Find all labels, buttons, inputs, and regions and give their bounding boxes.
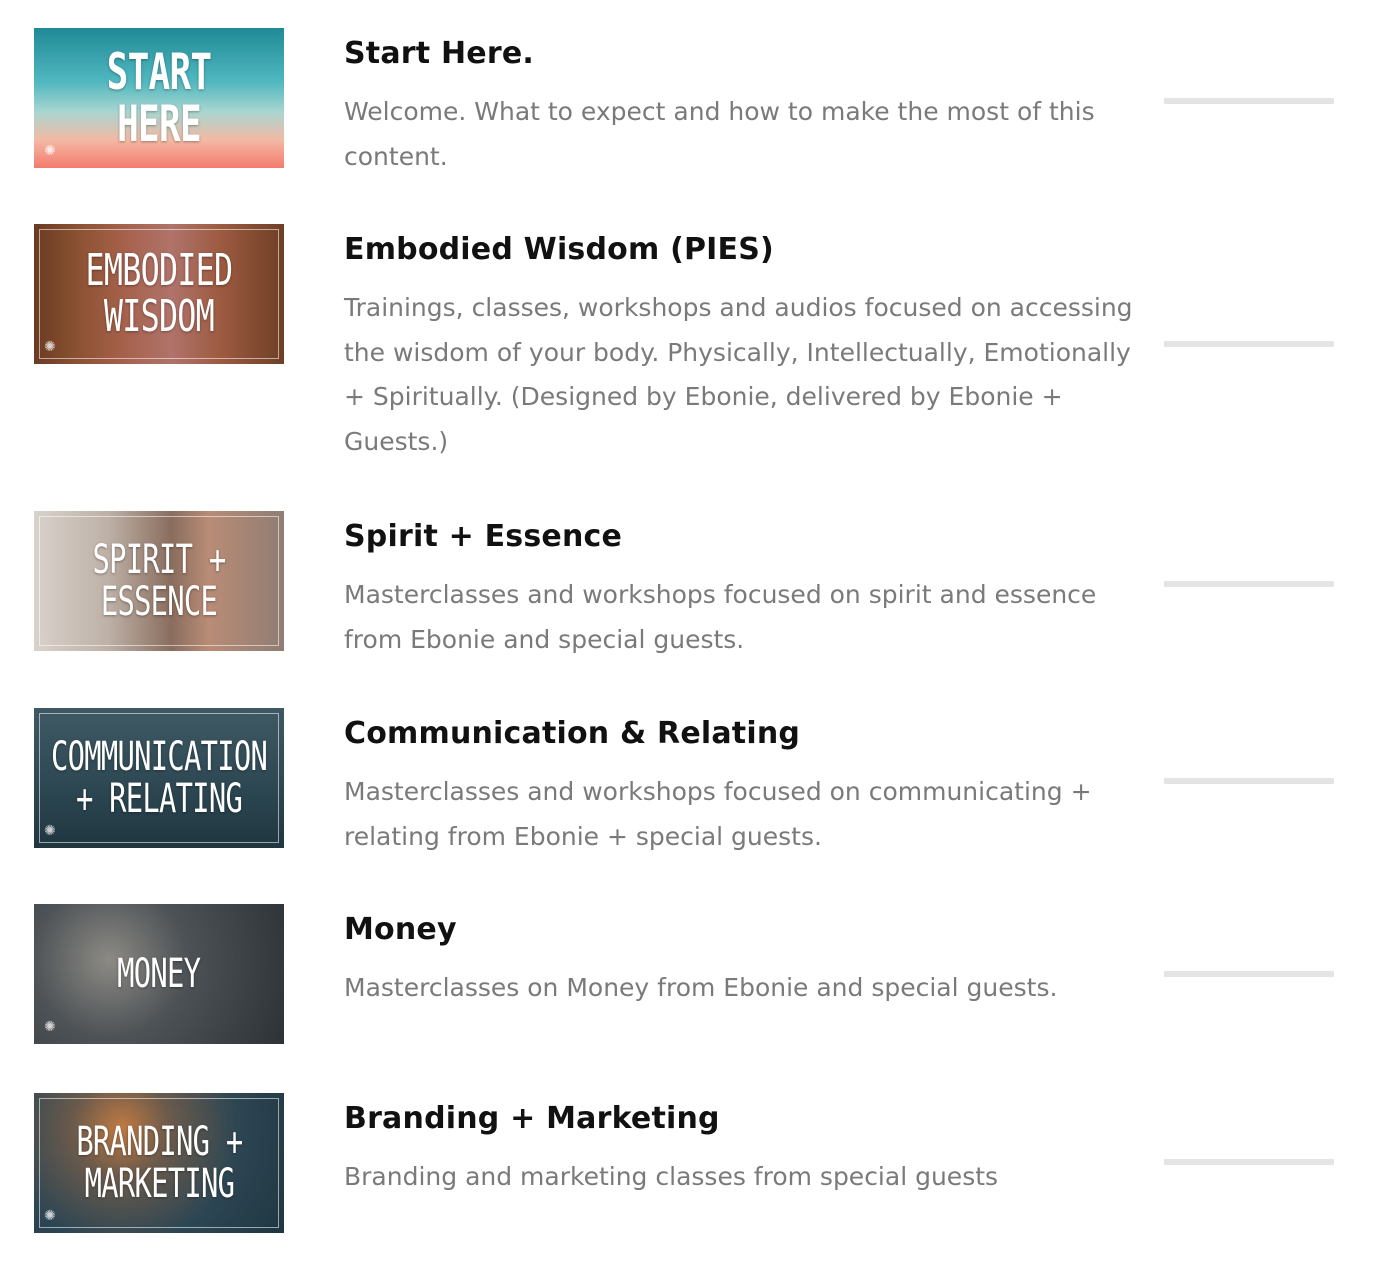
course-title[interactable]: Embodied Wisdom (PIES) — [344, 232, 774, 267]
course-description: Branding and marketing classes from spec… — [344, 1162, 999, 1191]
progress-bar — [1164, 341, 1334, 347]
course-title[interactable]: Spirit + Essence — [344, 519, 622, 554]
course-thumbnail[interactable]: START HERE ✺ — [34, 28, 284, 168]
course-thumbnail[interactable]: SPIRIT + ESSENCE — [34, 511, 284, 651]
lightbulb-icon: ✺ — [44, 1208, 56, 1224]
progress-bar — [1164, 1159, 1334, 1165]
lightbulb-icon: ✺ — [44, 339, 56, 355]
progress-bar — [1164, 778, 1334, 784]
lightbulb-icon: ✺ — [44, 823, 56, 839]
course-thumbnail[interactable]: BRANDING + MARKETING ✺ — [34, 1093, 284, 1233]
progress-bar — [1164, 971, 1334, 977]
thumbnail-label: MONEY — [117, 951, 201, 997]
course-thumbnail[interactable]: COMMUNICATION + RELATING ✺ — [34, 708, 284, 848]
course-description: Masterclasses and workshops focused on s… — [344, 580, 1097, 654]
progress-bar — [1164, 581, 1334, 587]
course-title[interactable]: Communication & Relating — [344, 716, 800, 751]
thumbnail-label: SPIRIT + ESSENCE — [92, 537, 227, 625]
course-thumbnail[interactable]: MONEY ✺ — [34, 904, 284, 1044]
course-title[interactable]: Start Here. — [344, 36, 534, 71]
course-description: Welcome. What to expect and how to make … — [344, 97, 1095, 171]
thumbnail-label: START HERE — [106, 42, 212, 153]
thumbnail-label: COMMUNICATION + RELATING — [50, 734, 268, 822]
lightbulb-icon: ✺ — [44, 143, 56, 159]
course-title[interactable]: Branding + Marketing — [344, 1101, 720, 1136]
course-description: Masterclasses and workshops focused on c… — [344, 777, 1092, 851]
course-description: Masterclasses on Money from Ebonie and s… — [344, 973, 1058, 1002]
course-thumbnail[interactable]: EMBODIED WISDOM ✺ — [34, 224, 284, 364]
thumbnail-label: BRANDING + MARKETING — [75, 1119, 243, 1207]
thumbnail-label: EMBODIED WISDOM — [85, 244, 234, 342]
course-description: Trainings, classes, workshops and audios… — [344, 293, 1133, 456]
progress-bar — [1164, 98, 1334, 104]
lightbulb-icon: ✺ — [44, 1019, 56, 1035]
course-title[interactable]: Money — [344, 912, 457, 947]
